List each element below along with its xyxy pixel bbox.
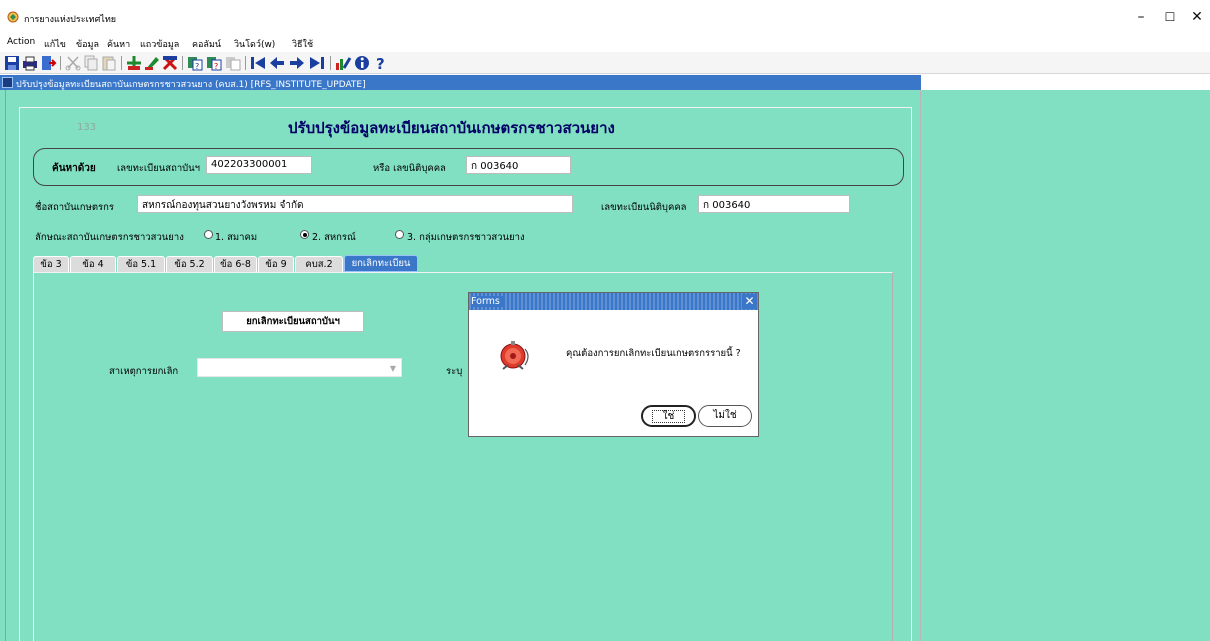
minimize-button[interactable]: – xyxy=(1126,6,1156,28)
tab-item-5-1[interactable]: ข้อ 5.1 xyxy=(117,256,165,272)
or-juristic-label: หรือ เลขนิติบุคคล xyxy=(373,163,446,174)
institute-type-label: ลักษณะสถาบันเกษตรกรชาวสวนยาง xyxy=(35,232,184,243)
insert-record-icon[interactable] xyxy=(125,54,143,72)
query-enter-icon[interactable]: ? xyxy=(186,54,204,72)
menu-action[interactable]: Action xyxy=(7,37,35,47)
juristic-reg-input[interactable]: ก 003640 xyxy=(698,195,850,213)
print-icon[interactable] xyxy=(21,54,39,72)
delete-record-icon[interactable] xyxy=(161,54,179,72)
page-title: ปรับปรุงข้อมูลทะเบียนสถาบันเกษตรกรชาวสวน… xyxy=(288,119,615,137)
dialog-title: Forms xyxy=(471,296,504,307)
form-window-title: ปรับปรุงข้อมูลทะเบียนสถาบันเกษตรกรชาวสวน… xyxy=(16,80,366,90)
menu-help[interactable]: วิธีใช้ xyxy=(292,37,313,51)
last-record-icon[interactable] xyxy=(308,54,326,72)
app-title: การยางแห่งประเทศไทย xyxy=(24,15,117,25)
menu-rows[interactable]: แถวข้อมูล xyxy=(140,37,179,51)
title-bar: การยางแห่งประเทศไทย – ☐ ✕ xyxy=(0,0,1210,34)
query-execute-icon[interactable]: ? xyxy=(205,54,223,72)
menu-columns[interactable]: คอลัมน์ xyxy=(192,37,221,51)
report-icon[interactable] xyxy=(334,54,352,72)
tab-item-4[interactable]: ข้อ 4 xyxy=(70,256,116,272)
tab-kbs2[interactable]: คบส.2 xyxy=(295,256,343,272)
alarm-bell-icon xyxy=(500,341,529,370)
dialog-close-button[interactable]: ✕ xyxy=(742,294,757,309)
svg-text:?: ? xyxy=(214,62,218,71)
yes-button-label: ใช่ xyxy=(651,410,686,423)
menu-edit[interactable]: แก้ไข xyxy=(44,37,66,51)
menu-search[interactable]: ค้นหา xyxy=(107,37,130,51)
first-record-icon[interactable] xyxy=(249,54,267,72)
type-option-farmer-group: 3. กลุ่มเกษตรกรชาวสวนยาง xyxy=(407,232,525,243)
cut-icon[interactable] xyxy=(64,54,82,72)
yes-button[interactable]: ใช่ xyxy=(641,405,696,427)
paste-icon[interactable] xyxy=(100,54,118,72)
toolbar: ? ? ? xyxy=(0,52,1210,74)
search-by-label: ค้นหาด้วย xyxy=(52,163,96,174)
edit-record-icon[interactable] xyxy=(143,54,161,72)
app-logo-icon xyxy=(7,11,19,23)
tab-item-9[interactable]: ข้อ 9 xyxy=(258,256,294,272)
cancel-section-header: ยกเลิกทะเบียนสถาบันฯ xyxy=(222,311,364,332)
tab-cancel-registration[interactable]: ยกเลิกทะเบียน xyxy=(344,255,418,272)
tab-item-5-2[interactable]: ข้อ 5.2 xyxy=(166,256,213,272)
reg-no-input[interactable]: 402203300001 xyxy=(206,156,312,174)
institute-name-input[interactable]: สหกรณ์กองทุนสวนยางวังพรหม จำกัด xyxy=(137,195,573,213)
query-cancel-icon[interactable] xyxy=(224,54,242,72)
menu-window[interactable]: วินโดว์(w) xyxy=(234,37,275,51)
help-icon[interactable]: ? xyxy=(372,54,390,72)
previous-record-icon[interactable] xyxy=(268,54,286,72)
dialog-title-bar: Forms ✕ xyxy=(469,293,758,310)
specify-label: ระบุ xyxy=(446,366,463,377)
info-icon[interactable] xyxy=(353,54,371,72)
exit-icon[interactable] xyxy=(39,54,57,72)
institute-name-label: ชื่อสถาบันเกษตรกร xyxy=(35,202,114,213)
tab-item-6-8[interactable]: ข้อ 6-8 xyxy=(214,256,257,272)
type-option-association: 1. สมาคม xyxy=(215,232,258,243)
dropdown-arrow-icon[interactable]: ▼ xyxy=(390,364,396,373)
close-window-button[interactable]: ✕ xyxy=(1182,6,1210,28)
menu-data[interactable]: ข้อมูล xyxy=(76,37,99,51)
juristic-search-input[interactable]: ก 003640 xyxy=(466,156,571,174)
svg-text:?: ? xyxy=(376,55,385,72)
form-window-icon xyxy=(2,77,13,88)
juristic-reg-label: เลขทะเบียนนิติบุคคล xyxy=(601,202,687,213)
type-option-cooperative: 2. สหกรณ์ xyxy=(312,232,356,243)
svg-text:?: ? xyxy=(195,62,199,71)
type-radio-association[interactable] xyxy=(204,230,213,239)
reg-no-label: เลขทะเบียนสถาบันฯ xyxy=(117,163,201,174)
no-button[interactable]: ไม่ใช่ xyxy=(698,405,752,427)
tab-panel xyxy=(33,272,893,641)
type-radio-cooperative[interactable] xyxy=(300,230,309,239)
menu-bar: Action แก้ไข ข้อมูล ค้นหา แถวข้อมูล คอลั… xyxy=(0,34,1210,52)
tab-item-3[interactable]: ข้อ 3 xyxy=(33,256,69,272)
dialog-message: คุณต้องการยกเลิกทะเบียนเกษตรกรรายนี้ ? xyxy=(566,348,741,359)
maximize-button[interactable]: ☐ xyxy=(1155,6,1185,28)
record-count: 133 xyxy=(77,122,97,133)
cancel-reason-select[interactable]: ▼ xyxy=(197,358,402,377)
form-window-caption: ปรับปรุงข้อมูลทะเบียนสถาบันเกษตรกรชาวสวน… xyxy=(0,75,921,90)
confirm-dialog: Forms ✕ คุณต้องการยกเลิกทะเบียนเกษตรกรรา… xyxy=(468,292,759,437)
save-icon[interactable] xyxy=(3,54,21,72)
type-radio-farmer-group[interactable] xyxy=(395,230,404,239)
next-record-icon[interactable] xyxy=(288,54,306,72)
cancel-reason-label: สาเหตุการยกเลิก xyxy=(109,366,179,377)
copy-icon[interactable] xyxy=(82,54,100,72)
